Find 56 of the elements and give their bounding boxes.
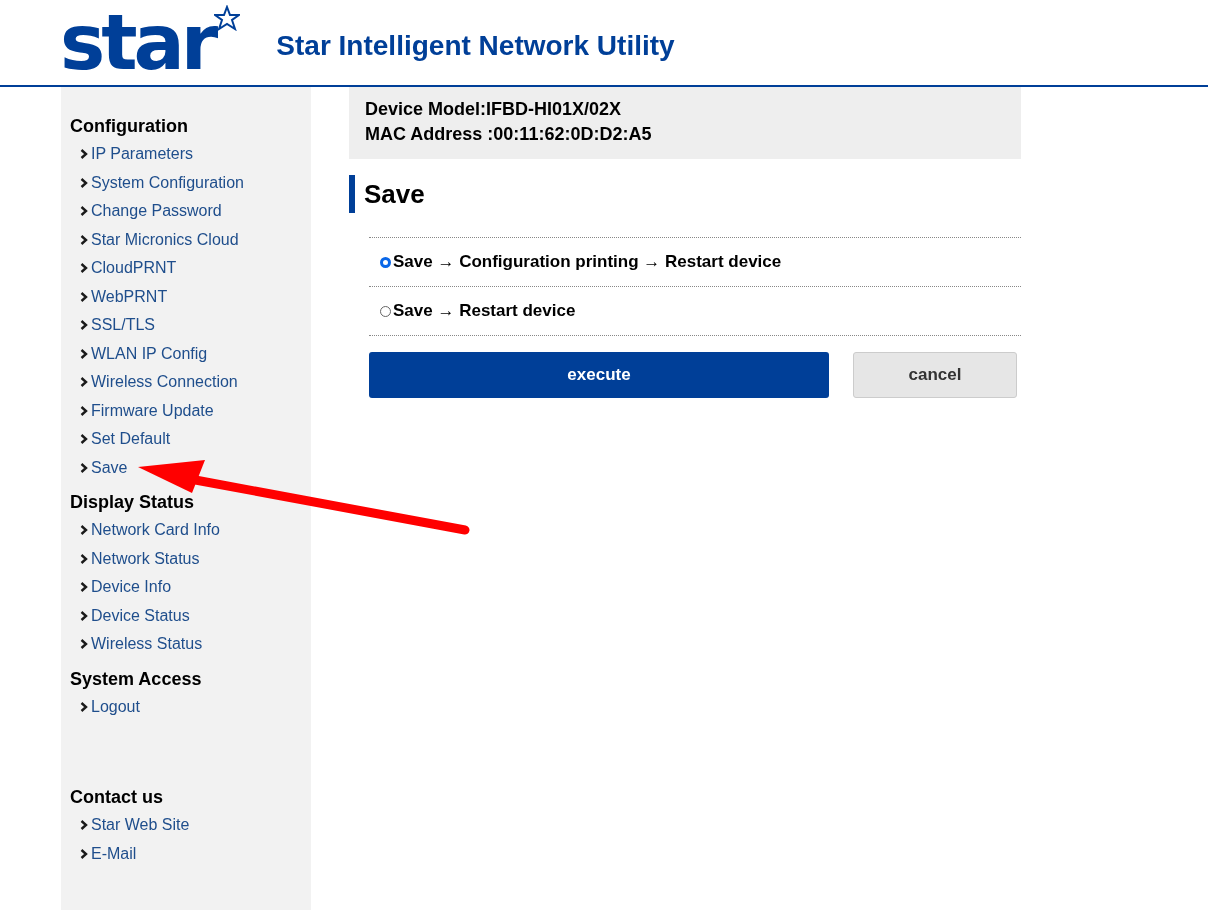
chevron-icon xyxy=(80,434,88,445)
section-heading: System Access xyxy=(70,667,203,691)
section-heading: Contact us xyxy=(70,786,164,809)
option-label: Save → Configuration printing → Restart device xyxy=(393,252,782,272)
option-label: Save → Restart device xyxy=(393,301,576,321)
chevron-icon xyxy=(80,848,88,859)
section-heading: Display Status xyxy=(70,491,196,514)
section-heading: Configuration xyxy=(70,115,189,138)
chevron-icon xyxy=(80,206,88,217)
chevron-icon xyxy=(80,610,88,621)
nav-link[interactable]: Set Default xyxy=(80,425,311,454)
nav-link[interactable]: Firmware Update xyxy=(80,396,311,425)
chevron-icon xyxy=(80,234,88,245)
nav-link[interactable]: Device Info xyxy=(80,573,311,602)
chevron-icon xyxy=(80,582,88,593)
mac-address: MAC Address :00:11:62:0D:D2:A5 xyxy=(365,123,653,146)
nav-link[interactable]: Network Status xyxy=(80,544,311,573)
page-title: Save xyxy=(349,175,1021,213)
app-title: Star Intelligent Network Utility xyxy=(276,28,675,62)
chevron-icon xyxy=(80,462,88,473)
chevron-icon xyxy=(80,177,88,188)
nav-link[interactable]: WLAN IP Config xyxy=(80,339,311,368)
star-icon xyxy=(214,4,241,31)
nav-link[interactable]: Save xyxy=(80,453,311,482)
chevron-icon xyxy=(80,377,88,388)
device-model: Device Model:IFBD-HI01X/02X xyxy=(365,98,623,121)
chevron-icon xyxy=(80,291,88,302)
execute-button[interactable]: execute xyxy=(369,352,829,398)
nav-link[interactable]: Wireless Status xyxy=(80,630,311,659)
logo: star xyxy=(60,4,215,81)
chevron-icon xyxy=(80,820,88,831)
nav-link[interactable]: Device Status xyxy=(80,601,311,630)
nav-link[interactable]: Logout xyxy=(80,692,311,721)
chevron-icon xyxy=(80,639,88,650)
radio-button[interactable] xyxy=(380,256,391,268)
nav-link[interactable]: System Configuration xyxy=(80,168,311,197)
chevron-icon xyxy=(80,553,88,564)
nav-link[interactable]: E-Mail xyxy=(80,839,311,868)
chevron-icon xyxy=(80,320,88,331)
chevron-icon xyxy=(80,701,88,712)
cancel-button[interactable]: cancel xyxy=(853,352,1017,398)
nav-link[interactable]: Wireless Connection xyxy=(80,368,311,397)
nav-link[interactable]: SSL/TLS xyxy=(80,311,311,340)
chevron-icon xyxy=(80,348,88,359)
nav-link[interactable]: Star Micronics Cloud xyxy=(80,225,311,254)
chevron-icon xyxy=(80,149,88,160)
chevron-icon xyxy=(80,525,88,536)
nav-link[interactable]: Star Web Site xyxy=(80,811,311,840)
chevron-icon xyxy=(80,263,88,274)
nav-link[interactable]: CloudPRNT xyxy=(80,254,311,283)
nav-link[interactable]: Network Card Info xyxy=(80,516,311,545)
chevron-icon xyxy=(80,405,88,416)
nav-link[interactable]: WebPRNT xyxy=(80,282,311,311)
radio-button[interactable] xyxy=(380,305,391,317)
nav-link[interactable]: Change Password xyxy=(80,197,311,226)
nav-link[interactable]: IP Parameters xyxy=(80,140,311,169)
